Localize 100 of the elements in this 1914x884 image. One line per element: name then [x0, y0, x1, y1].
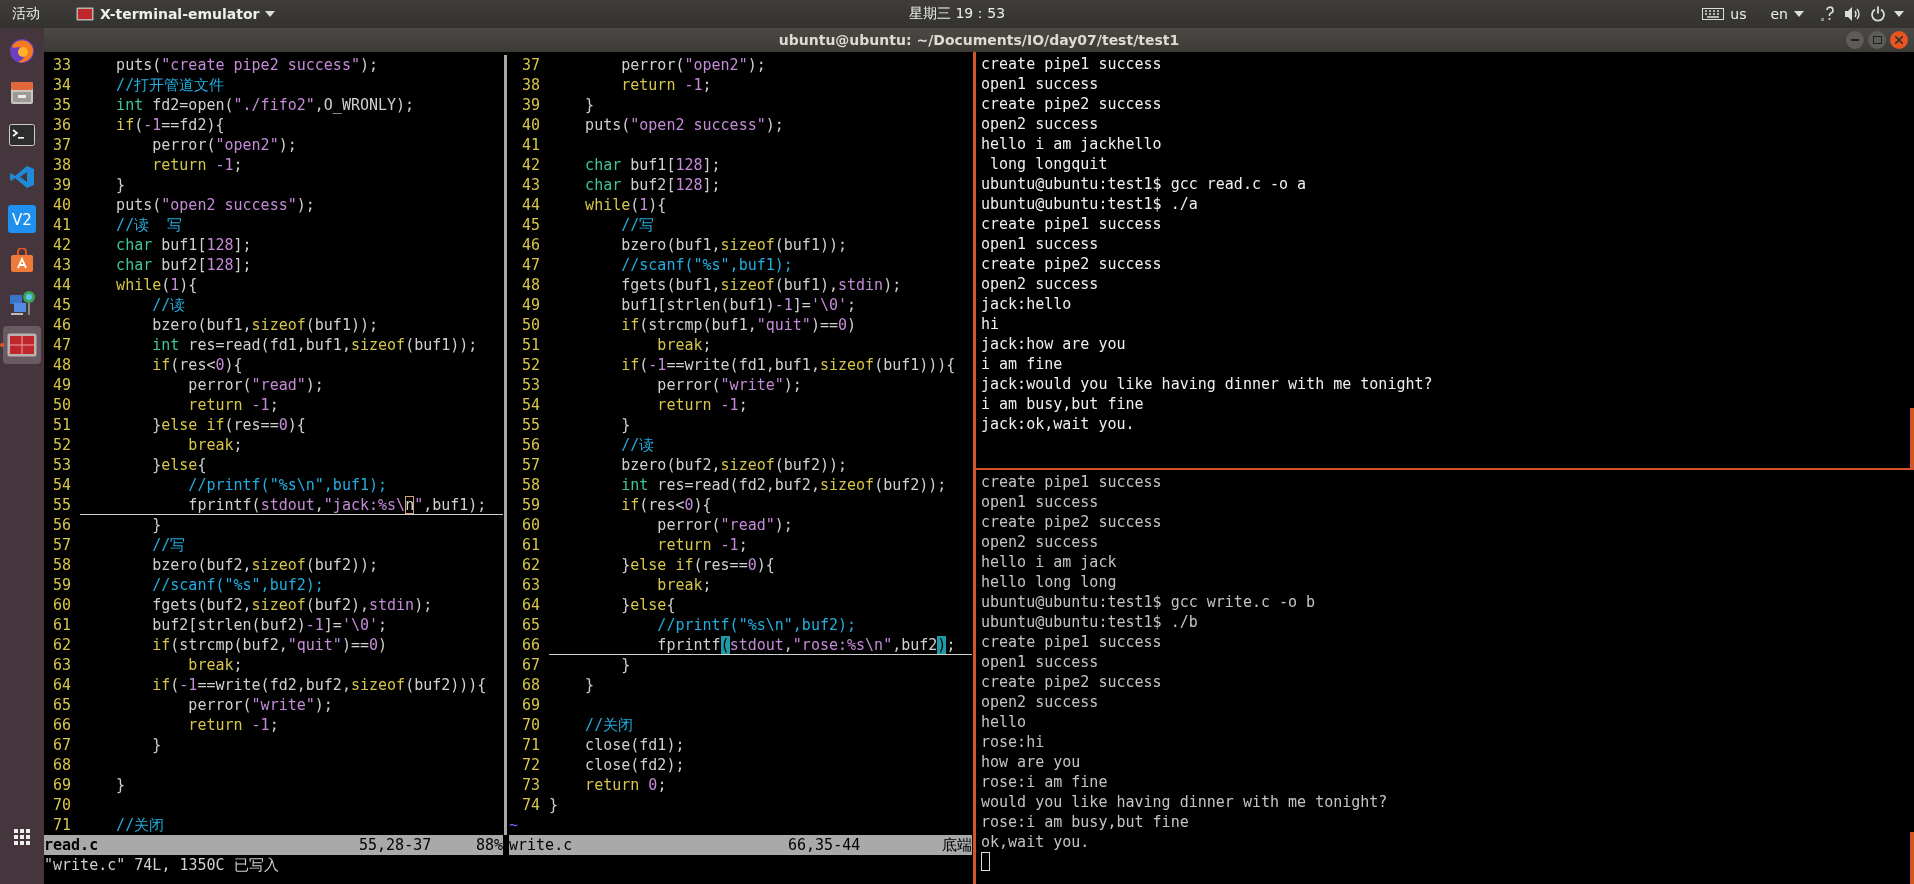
terminal-line: rose:i am busy,but fine — [981, 812, 1189, 832]
language-menu[interactable]: en — [1762, 1, 1812, 27]
power-icon[interactable] — [1870, 6, 1886, 22]
line-number: 66 — [520, 635, 540, 655]
line-number: 38 — [520, 75, 540, 95]
line-number: 42 — [520, 155, 540, 175]
terminal-line: create pipe1 success — [981, 472, 1162, 492]
line-number: 45 — [520, 215, 540, 235]
keyboard-layout[interactable]: us — [1694, 1, 1755, 27]
line-number: 37 — [51, 135, 71, 155]
terminal-line: would you like having dinner with me tonight? — [981, 792, 1388, 812]
code-line: if(-1==write(fd2,buf2,sizeof(buf2))){ — [151, 675, 487, 695]
code-line: return -1; — [620, 75, 712, 95]
line-number: 62 — [51, 635, 71, 655]
file-name: read.c — [44, 835, 100, 855]
line-number: 73 — [520, 775, 540, 795]
shopping-bag-icon — [9, 248, 35, 274]
line-number: 56 — [520, 435, 540, 455]
code-line: perror("write"); — [656, 375, 802, 395]
volume-icon[interactable] — [1844, 6, 1862, 22]
cursor-position: 55,28-37 — [359, 835, 433, 855]
line-number: 54 — [51, 475, 71, 495]
line-number: 49 — [51, 375, 71, 395]
line-number: 54 — [520, 395, 540, 415]
code-line: //printf("%s\n",buf2); — [656, 615, 857, 635]
line-number: 59 — [51, 575, 71, 595]
line-number: 35 — [51, 95, 71, 115]
line-number: 57 — [520, 455, 540, 475]
line-number: 59 — [520, 495, 540, 515]
code-line: }else if(res==0){ — [620, 555, 775, 575]
line-number: 45 — [51, 295, 71, 315]
terminal-line: ok,wait you. — [981, 832, 1090, 852]
terminal-line: ubuntu@ubuntu:test1$ gcc read.c -o a — [981, 174, 1307, 194]
code-line: } — [115, 175, 126, 195]
line-number: 48 — [51, 355, 71, 375]
code-line: int fd2=open("./fifo2",O_WRONLY); — [115, 95, 415, 115]
maximize-button[interactable] — [1868, 31, 1886, 49]
line-number: 65 — [520, 615, 540, 635]
line-number: 71 — [51, 815, 71, 835]
bracket-icon — [9, 164, 35, 190]
line-number: 46 — [520, 235, 540, 255]
line-number: 70 — [520, 715, 540, 735]
line-number: 39 — [520, 95, 540, 115]
code-line: if(-1==write(fd1,buf1,sizeof(buf1))){ — [620, 355, 956, 375]
line-number: 69 — [51, 775, 71, 795]
code-line: //读 写 — [115, 215, 183, 235]
code-line: } — [151, 515, 162, 535]
close-button[interactable] — [1890, 31, 1908, 49]
line-number: 37 — [520, 55, 540, 75]
line-number: 66 — [51, 715, 71, 735]
code-line: puts("open2 success"); — [584, 115, 784, 135]
keyboard-icon — [1702, 8, 1725, 20]
line-number: 74 — [520, 795, 540, 815]
line-number: 40 — [520, 115, 540, 135]
code-line: bzero(buf2,sizeof(buf2)); — [620, 455, 848, 475]
code-line: int res=read(fd1,buf1,sizeof(buf1)); — [151, 335, 478, 355]
line-number: 50 — [51, 395, 71, 415]
code-line: } — [584, 95, 595, 115]
line-number: 67 — [51, 735, 71, 755]
line-number: 72 — [520, 755, 540, 775]
code-line: buf1[strlen(buf1)-1]='\0'; — [620, 295, 857, 315]
line-number: 40 — [51, 195, 71, 215]
terminal-line: long longquit — [989, 154, 1108, 174]
line-number: 58 — [51, 555, 71, 575]
code-line: perror("open2"); — [620, 55, 766, 75]
line-number: 61 — [520, 535, 540, 555]
code-line: return -1; — [151, 155, 243, 175]
caret-icon[interactable] — [1894, 11, 1904, 17]
line-number: 39 — [51, 175, 71, 195]
line-number: 49 — [520, 295, 540, 315]
minimize-button[interactable] — [1846, 31, 1864, 49]
code-line: fgets(buf2,sizeof(buf2),stdin); — [151, 595, 433, 615]
code-line: //关闭 — [584, 715, 634, 735]
terminal-line: create pipe2 success — [981, 672, 1162, 692]
code-line: char buf2[128]; — [115, 255, 252, 275]
code-line: buf2[strlen(buf2)-1]='\0'; — [151, 615, 388, 635]
activities-button[interactable]: 活动 — [0, 1, 52, 27]
clock[interactable]: 星期三 19：53 — [900, 1, 1014, 27]
line-number: 43 — [520, 175, 540, 195]
code-line: perror("read"); — [656, 515, 793, 535]
line-number: 68 — [51, 755, 71, 775]
app-menu[interactable]: X-terminal-emulator — [68, 1, 284, 27]
terminal-icon — [76, 7, 94, 21]
code-line: break; — [187, 435, 243, 455]
code-line: close(fd2); — [584, 755, 685, 775]
cursor-position: 66,35-44 — [788, 835, 862, 855]
maximize-icon — [1872, 36, 1882, 44]
code-line: if(strcmp(buf1,"quit")==0) — [620, 315, 857, 335]
line-number: 52 — [51, 435, 71, 455]
caret-icon — [265, 11, 276, 17]
network-icon[interactable] — [1820, 6, 1836, 22]
terminal-line: rose:hi — [981, 732, 1045, 752]
terminal-line: jack:how are you — [981, 334, 1126, 354]
code-line: }else{ — [151, 455, 207, 475]
code-line: //关闭 — [115, 815, 165, 835]
line-number: 55 — [520, 415, 540, 435]
code-line: }else{ — [620, 595, 676, 615]
line-number: 62 — [520, 555, 540, 575]
code-line: //printf("%s\n",buf1); — [187, 475, 388, 495]
code-line: } — [549, 795, 559, 815]
